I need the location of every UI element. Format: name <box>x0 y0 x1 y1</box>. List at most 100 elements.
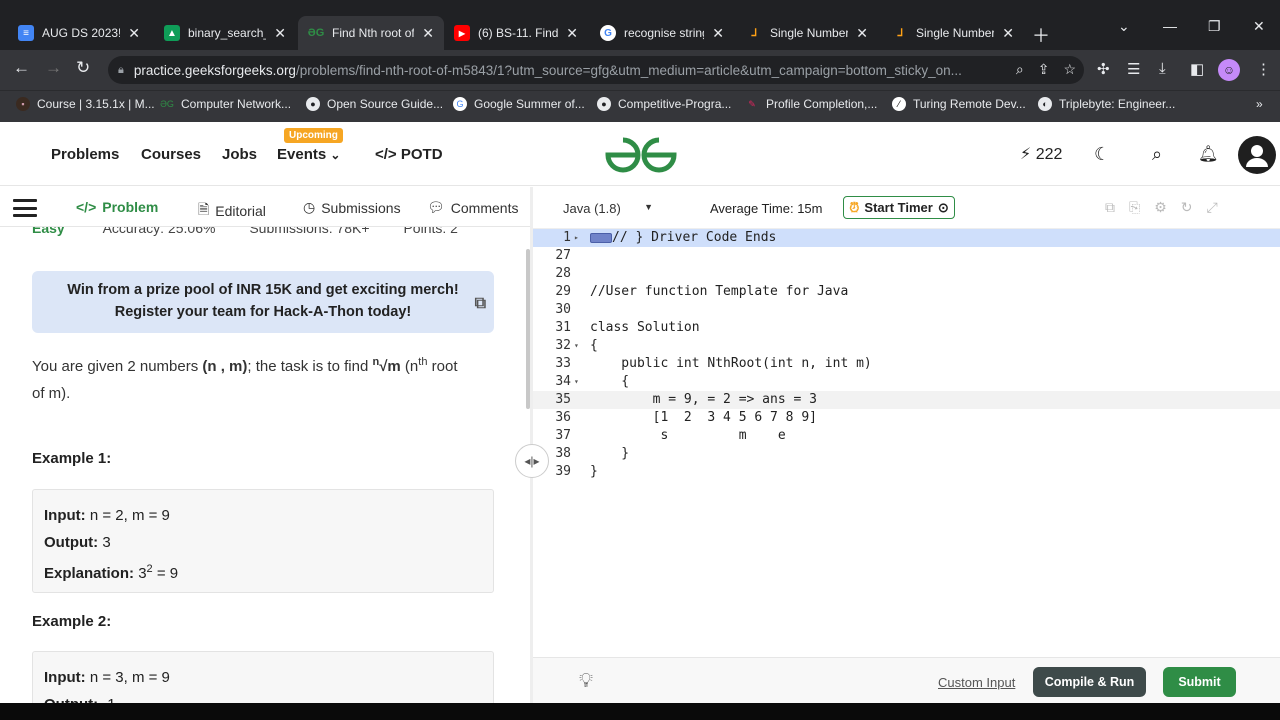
zoom-icon[interactable]: ⌕ <box>1016 61 1024 78</box>
streak-counter[interactable]: ⚡︎ 222 <box>1020 144 1062 164</box>
code-text: { <box>590 338 598 353</box>
external-link-icon[interactable]: ⧉ <box>475 293 486 315</box>
code-editor[interactable]: 1 ▸ // } Driver Code Ends 27 28 29 //User f… <box>533 229 1280 657</box>
tab-title: AUG DS 2023!! <box>42 26 121 40</box>
tab-title: Find Nth root of <box>332 26 415 40</box>
browser-tab[interactable]: ᒧ Single Number ✕ <box>882 16 1024 50</box>
bookmark-star-icon[interactable]: ☆ <box>1063 61 1076 78</box>
tab-comments[interactable]: 💬︎ Comments <box>427 199 518 216</box>
bookmark-item[interactable]: ▪ Course | 3.15.1x | M... <box>16 97 155 111</box>
reload-icon[interactable]: ↻ <box>76 58 90 78</box>
problem-description: You are given 2 numbers (n , m); the tas… <box>32 349 502 407</box>
github-icon: ● <box>306 97 320 111</box>
editor-toolbar: Java (1.8) ▼ Average Time: 15m ⏰︎ Start … <box>533 187 1280 229</box>
folded-code-marker[interactable] <box>590 232 612 243</box>
resize-handle-icon[interactable]: ◂|▸ <box>515 444 549 478</box>
expl-base: 3 <box>138 565 147 582</box>
lightbulb-icon[interactable]: 💡︎ <box>579 670 593 693</box>
play-circle-icon: ⊙ <box>937 199 949 215</box>
fullscreen-icon[interactable]: ⤢ <box>1207 199 1218 216</box>
reading-list-icon[interactable]: ☰ <box>1127 60 1140 78</box>
new-tab-plus-icon[interactable]: ＋ <box>1032 22 1050 48</box>
notification-bell-icon[interactable]: 🔔︎ <box>1198 144 1218 164</box>
browser-tab-bar: ≡ AUG DS 2023!! ✕ ▲ binary_search_sc ✕ Ə… <box>0 0 1280 50</box>
refresh-icon[interactable]: ↻ <box>1181 199 1193 216</box>
close-icon[interactable]: ✕ <box>1002 25 1014 42</box>
code-text: { <box>590 374 630 389</box>
tab-problem[interactable]: </> Problem <box>76 199 158 215</box>
tab-search-chevron-icon[interactable]: ⌄ <box>1118 18 1130 35</box>
minimize-icon[interactable]: — <box>1163 18 1177 34</box>
desc-text: (n <box>400 358 419 375</box>
settings-gear-icon[interactable]: ⚙ <box>1154 199 1167 216</box>
bookmarks-bar: ▪ Course | 3.15.1x | M... ƏG Computer Netw… <box>0 90 1280 122</box>
close-icon[interactable]: ✕ <box>422 25 434 42</box>
nav-events[interactable]: Events ⌄ <box>277 146 340 163</box>
back-arrow-icon[interactable]: ← <box>13 58 30 78</box>
bookmark-item[interactable]: ✎ Profile Completion,... <box>745 97 877 111</box>
forward-arrow-icon[interactable]: → <box>45 58 62 78</box>
browser-tab[interactable]: ᒧ Single Number ✕ <box>736 16 878 50</box>
share-icon[interactable]: ⇪ <box>1038 61 1050 78</box>
bookmark-label: Course | 3.15.1x | M... <box>37 97 155 111</box>
tab-label: Problem <box>102 199 159 215</box>
restore-icon[interactable]: ❐ <box>1208 18 1221 35</box>
bookmark-item[interactable]: ● Open Source Guide... <box>306 97 443 111</box>
browser-tab[interactable]: ▶ (6) BS-11. Find t ✕ <box>444 16 588 50</box>
start-timer-button[interactable]: ⏰︎ Start Timer ⊙ <box>843 196 955 219</box>
search-icon[interactable]: ⌕ <box>1152 144 1162 165</box>
browser-tab-active[interactable]: ƏG Find Nth root of ✕ <box>298 16 444 50</box>
hackathon-banner[interactable]: Win from a prize pool of INR 15K and get… <box>32 271 494 333</box>
submit-button[interactable]: Submit <box>1163 667 1236 697</box>
more-bookmarks-label: » <box>1256 97 1263 111</box>
drive-icon: ▲ <box>164 25 180 41</box>
hamburger-menu-icon[interactable] <box>13 199 37 217</box>
code-icon: </> <box>375 146 397 163</box>
fold-arrow-icon[interactable]: ▾ <box>574 337 579 355</box>
line-number: 34 <box>555 374 571 389</box>
chrome-profile-avatar[interactable]: ☺ <box>1218 59 1240 81</box>
bookmark-item[interactable]: ƏG Computer Network... <box>160 97 291 111</box>
extensions-puzzle-icon[interactable]: ✣ <box>1097 60 1110 78</box>
reset-file-icon[interactable]: ⎘ <box>1129 199 1140 216</box>
close-icon[interactable]: ✕ <box>712 25 724 42</box>
code-text: //User function Template for Java <box>590 284 849 299</box>
bookmark-item[interactable]: G Google Summer of... <box>453 97 585 111</box>
user-avatar[interactable] <box>1238 136 1276 174</box>
chrome-menu-icon[interactable]: ⋮ <box>1256 60 1271 78</box>
chevron-down-icon: ⌄ <box>330 148 341 162</box>
compile-run-button[interactable]: Compile & Run <box>1033 667 1146 697</box>
more-bookmarks[interactable]: » <box>1256 97 1263 111</box>
browser-tab[interactable]: ▲ binary_search_sc ✕ <box>154 16 296 50</box>
language-select[interactable]: Java (1.8) ▼ <box>557 196 659 220</box>
youtube-icon: ▶ <box>454 25 470 41</box>
tab-submissions[interactable]: ◷ Submissions <box>303 199 401 216</box>
bookmark-item[interactable]: ● Competitive-Progra... <box>597 97 731 111</box>
side-panel-icon[interactable]: ◧ <box>1190 60 1204 78</box>
close-icon[interactable]: ✕ <box>274 25 286 42</box>
google-icon: G <box>453 97 467 111</box>
browser-tab[interactable]: G recognise string ✕ <box>590 16 734 50</box>
gfg-logo[interactable] <box>604 136 678 174</box>
close-icon[interactable]: ✕ <box>128 25 140 42</box>
url-bar[interactable]: 🔒︎ practice.geeksforgeeks.org/problems/f… <box>108 56 1084 84</box>
nav-courses[interactable]: Courses <box>141 146 201 163</box>
close-icon[interactable]: ✕ <box>566 25 578 42</box>
nav-problems[interactable]: Problems <box>51 146 119 163</box>
fold-arrow-icon[interactable]: ▸ <box>574 229 579 247</box>
nav-jobs[interactable]: Jobs <box>222 146 257 163</box>
copy-icon[interactable]: ⧉ <box>1105 199 1115 216</box>
dark-mode-moon-icon[interactable]: ☾ <box>1094 144 1110 165</box>
banner-line2: Register your team for Hack-A-Thon today… <box>114 304 412 320</box>
download-icon[interactable]: ⤓ <box>1159 60 1166 77</box>
close-icon[interactable]: ✕ <box>856 25 868 42</box>
custom-input-link[interactable]: Custom Input <box>938 675 1015 690</box>
browser-tab[interactable]: ≡ AUG DS 2023!! ✕ <box>8 16 150 50</box>
window-close-icon[interactable]: ✕ <box>1253 18 1265 35</box>
nav-potd[interactable]: </> POTD <box>375 146 443 163</box>
alarm-icon: ⏰︎ <box>849 199 860 215</box>
fold-arrow-icon[interactable]: ▾ <box>574 373 579 391</box>
bookmark-item[interactable]: ⁄ Turing Remote Dev... <box>892 97 1026 111</box>
tab-editorial[interactable]: 🗎︎ Editorial <box>198 199 266 223</box>
bookmark-item[interactable]: ◐ Triplebyte: Engineer... <box>1038 97 1175 111</box>
